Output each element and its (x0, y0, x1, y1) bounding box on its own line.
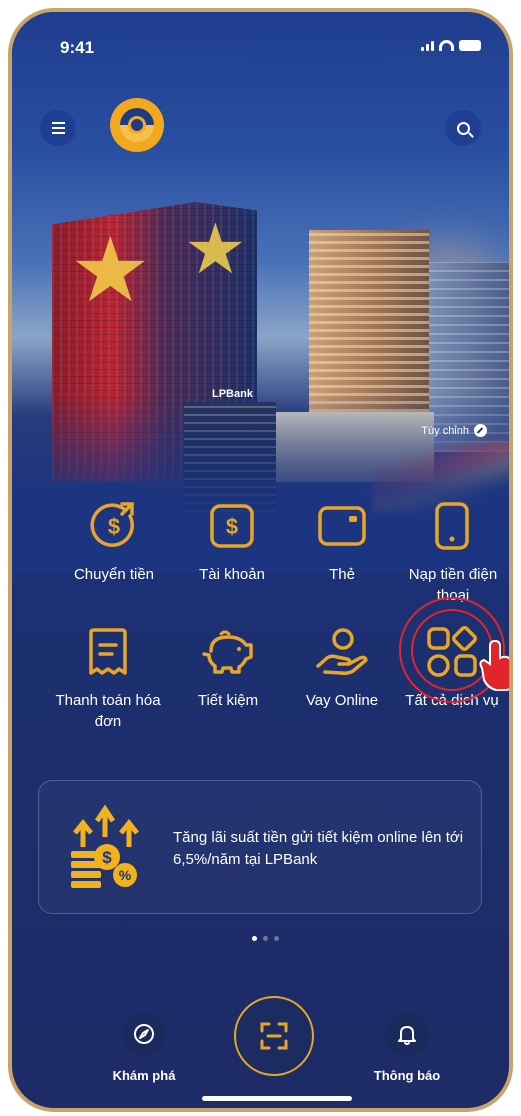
carousel-dot (263, 936, 268, 941)
nav-explore[interactable]: Khám phá (104, 1012, 184, 1083)
status-bar: 9:41 (12, 12, 509, 62)
nav-explore-label: Khám phá (112, 1068, 176, 1083)
qr-scan-button[interactable] (234, 996, 314, 1076)
carousel-indicator (252, 936, 279, 941)
status-time: 9:41 (60, 38, 95, 57)
lpbank-logo (110, 98, 164, 152)
transfer-dollar-icon: $ (90, 502, 134, 547)
piggy-bank-icon (202, 630, 253, 674)
signal-icon (421, 41, 434, 51)
bell-icon (398, 1026, 416, 1045)
card-icon (318, 506, 366, 546)
wifi-icon (439, 40, 454, 51)
carousel-dot (252, 936, 257, 941)
star-decoration: ★ (184, 210, 247, 288)
search-icon (456, 121, 470, 135)
bill-icon (89, 628, 127, 675)
quick-action-transfer[interactable]: $ Chuyển tiền (54, 496, 174, 585)
edit-icon (474, 424, 487, 437)
svg-text:%: % (119, 867, 132, 883)
home-indicator (202, 1096, 352, 1101)
search-button[interactable] (445, 110, 481, 146)
quick-action-online-loan[interactable]: Vay Online (282, 622, 402, 711)
coins-growth-icon: $ % (71, 804, 139, 888)
quick-action-bill-payment[interactable]: Thanh toán hóa đơn (48, 622, 168, 732)
quick-action-savings[interactable]: Tiết kiệm (168, 622, 288, 711)
customize-button[interactable]: Tùy chỉnh (421, 424, 487, 437)
account-dollar-icon: $ (210, 504, 254, 548)
hero-banner: ★ ★ LPBank (12, 12, 509, 572)
quick-action-card[interactable]: Thẻ (282, 496, 402, 585)
compass-icon (134, 1024, 154, 1044)
phone-frame: ★ ★ LPBank 9:41 Tùy chỉnh (8, 8, 513, 1112)
quick-action-all-services[interactable]: Tất cả dịch vụ (392, 597, 509, 711)
menu-button[interactable] (40, 110, 76, 146)
all-services-icon (427, 626, 478, 677)
promo-text: Tăng lãi suất tiền gửi tiết kiệm online … (173, 829, 464, 868)
star-decoration: ★ (70, 221, 151, 321)
nav-notifications-label: Thông báo (373, 1068, 441, 1083)
scan-icon (260, 1022, 288, 1050)
promo-card[interactable]: $ % Tăng lãi suất tiền gửi tiết kiệm onl… (38, 780, 482, 914)
svg-text:$: $ (226, 514, 238, 539)
svg-text:$: $ (102, 848, 112, 867)
nav-notifications[interactable]: Thông báo (362, 1012, 452, 1083)
loan-hand-icon (316, 628, 368, 675)
battery-icon (459, 40, 481, 51)
customize-label: Tùy chỉnh (421, 424, 469, 437)
quick-action-account[interactable]: $ Tài khoản (172, 496, 292, 585)
carousel-dot (274, 936, 279, 941)
svg-text:$: $ (108, 514, 120, 539)
phone-topup-icon (435, 502, 469, 550)
hand-pointer-icon (479, 639, 509, 691)
